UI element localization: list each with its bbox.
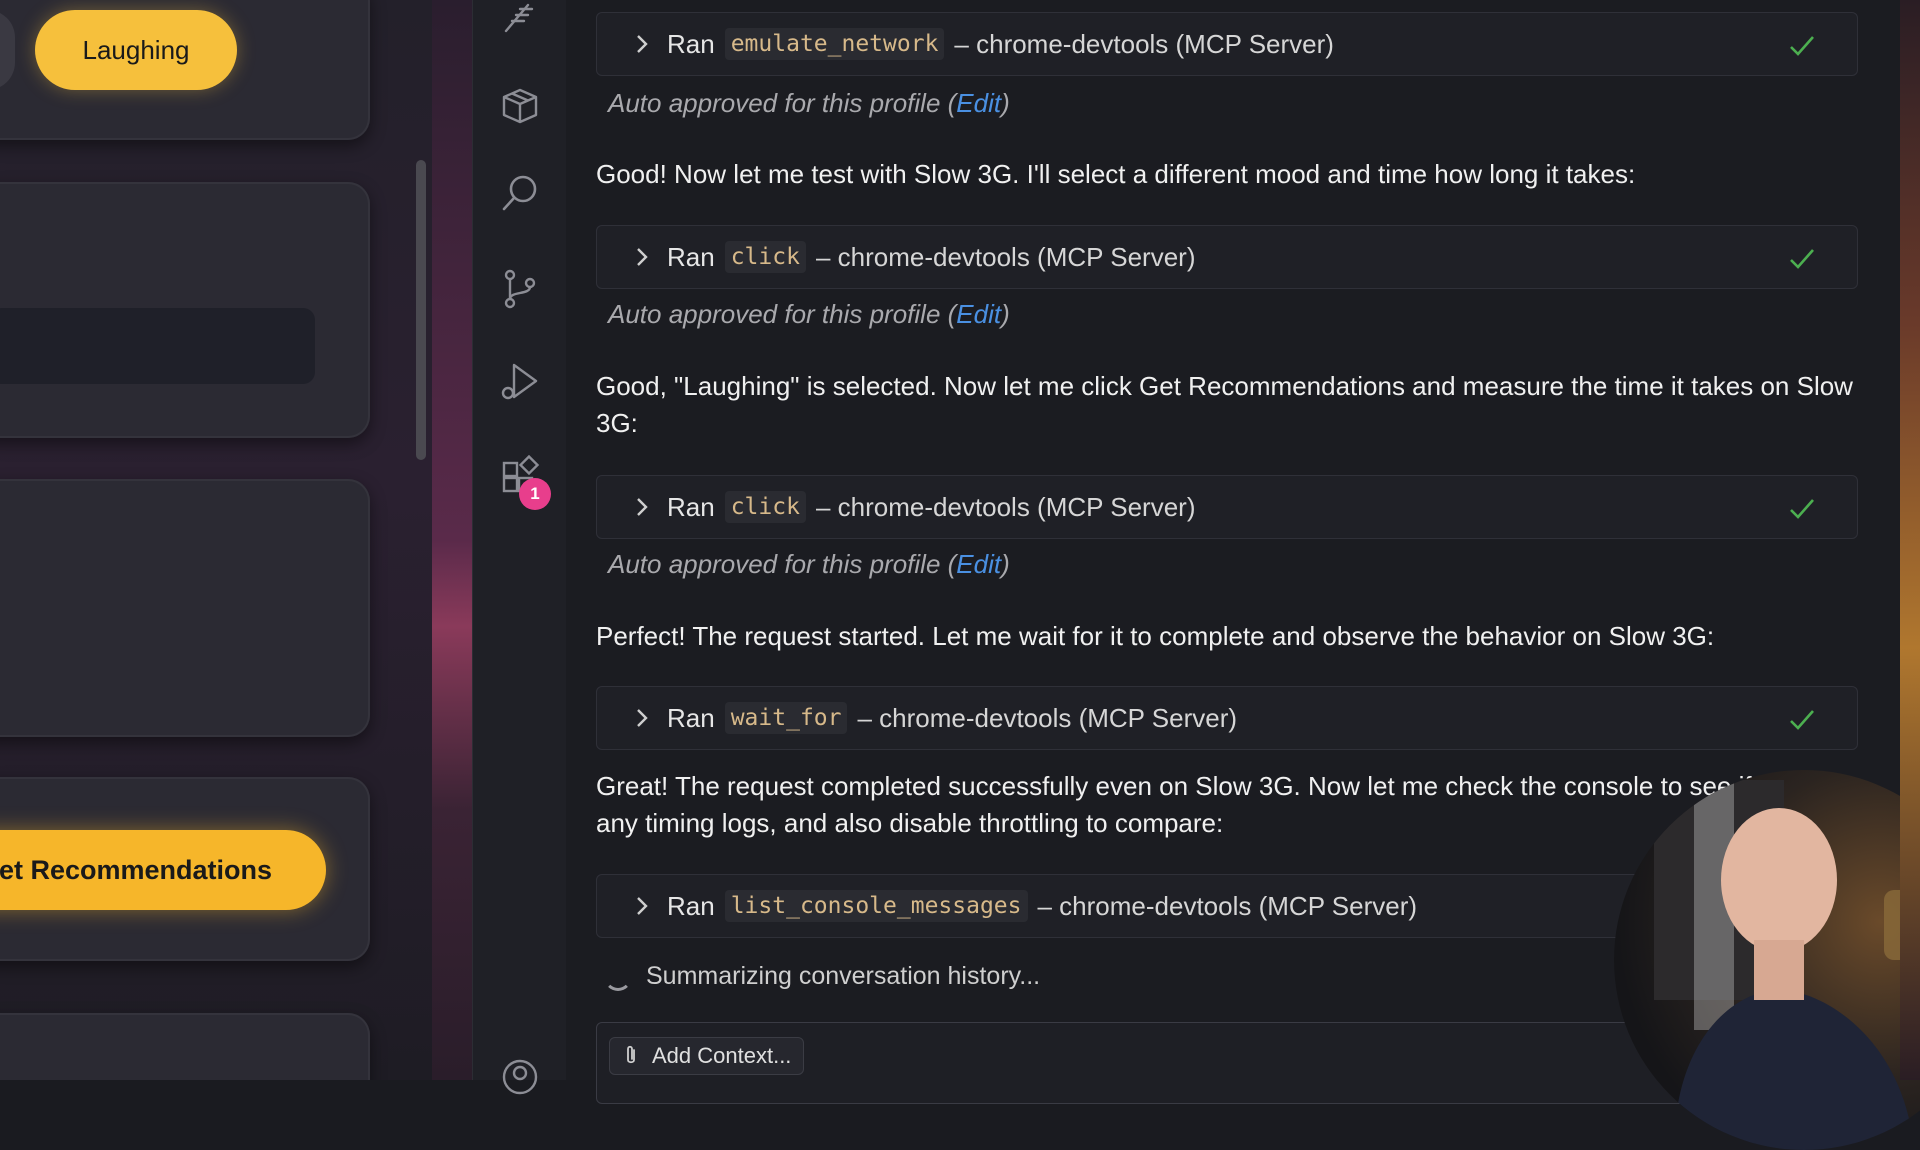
tool-call-ran-label: Ran [667, 28, 715, 59]
auto-approved-close: ) [1001, 299, 1010, 329]
mood-button-laughing[interactable]: Laughing [35, 10, 237, 90]
auto-approved-text: Auto approved for this profile ( [608, 299, 957, 329]
auto-approved-text: Auto approved for this profile ( [608, 549, 957, 579]
tool-call-row[interactable]: Ran emulate_network – chrome-devtools (M… [596, 12, 1858, 76]
scrollbar-thumb[interactable] [416, 160, 426, 460]
add-context-button[interactable]: Add Context... [609, 1037, 805, 1075]
auto-approved-close: ) [1001, 549, 1010, 579]
tool-call-ran-label: Ran [667, 491, 715, 522]
edit-link[interactable]: Edit [956, 299, 1001, 329]
assistant-message: Good! Now let me test with Slow 3G. I'll… [596, 159, 1636, 189]
edit-link[interactable]: Edit [956, 88, 1001, 118]
activity-bar: 1 [472, 0, 568, 1095]
webcam-overlay [1614, 770, 1920, 1150]
content-card [0, 479, 370, 737]
tool-server: – chrome-devtools (MCP Server) [815, 241, 1196, 272]
tool-call-row[interactable]: Ran click – chrome-devtools (MCP Server) [596, 225, 1858, 289]
background-strip [432, 0, 472, 1080]
status-line: Summarizing conversation history... [604, 962, 1040, 991]
tool-server: – chrome-devtools (MCP Server) [857, 702, 1238, 733]
spinner-icon [604, 963, 632, 991]
chevron-right-icon[interactable] [631, 496, 653, 518]
background-edge [1900, 0, 1920, 1080]
package-icon[interactable] [495, 80, 545, 130]
tool-name: emulate_network [724, 28, 945, 60]
assistant-message: Good, "Laughing" is selected. Now let me… [596, 371, 1853, 438]
tool-call-ran-label: Ran [667, 890, 715, 921]
tool-name: click [724, 241, 806, 273]
tool-server: – chrome-devtools (MCP Server) [954, 28, 1334, 59]
edit-link[interactable]: Edit [956, 549, 1001, 579]
tool-server: – chrome-devtools (MCP Server) [1037, 890, 1418, 921]
tool-call-row[interactable]: Ran wait_for – chrome-devtools (MCP Serv… [596, 686, 1858, 750]
source-control-icon[interactable] [495, 264, 545, 314]
account-icon[interactable] [495, 1052, 545, 1102]
add-context-label: Add Context... [652, 1043, 792, 1068]
tool-call-ran-label: Ran [667, 702, 715, 733]
chevron-right-icon[interactable] [631, 246, 653, 268]
search-icon[interactable] [495, 168, 545, 218]
check-icon [1790, 499, 1814, 519]
tool-call-row[interactable]: Ran click – chrome-devtools (MCP Server) [596, 475, 1858, 539]
get-recommendations-button[interactable]: Get Recommendations [0, 830, 326, 910]
tool-server: – chrome-devtools (MCP Server) [815, 491, 1196, 522]
tool-call-ran-label: Ran [667, 241, 715, 272]
run-debug-icon[interactable] [495, 356, 545, 406]
auto-approved-note: Auto approved for this profile (Edit) [608, 299, 1010, 330]
auto-approved-text: Auto approved for this profile ( [608, 88, 957, 118]
tool-name: click [724, 491, 806, 523]
paperclip-icon [627, 1045, 635, 1064]
assistant-message: Perfect! The request started. Let me wai… [596, 621, 1715, 651]
auto-approved-note: Auto approved for this profile (Edit) [608, 88, 1010, 119]
auto-approved-note: Auto approved for this profile (Edit) [608, 549, 1010, 580]
feather-icon[interactable] [495, 0, 545, 42]
tool-name: wait_for [724, 702, 848, 734]
chevron-right-icon[interactable] [631, 707, 653, 729]
check-icon [1790, 710, 1814, 730]
presenter-image [1654, 770, 1920, 1150]
tool-name: list_console_messages [724, 890, 1028, 922]
app-preview-panel: Laughing Get Recommendations [0, 0, 432, 1080]
results-card [0, 1013, 370, 1080]
check-icon [1790, 249, 1814, 269]
chevron-right-icon[interactable] [631, 895, 653, 917]
chevron-right-icon[interactable] [631, 33, 653, 55]
extensions-badge: 1 [519, 478, 551, 510]
auto-approved-close: ) [1001, 88, 1010, 118]
input-field[interactable] [0, 308, 315, 384]
check-icon [1790, 36, 1814, 56]
status-text: Summarizing conversation history... [646, 962, 1041, 990]
